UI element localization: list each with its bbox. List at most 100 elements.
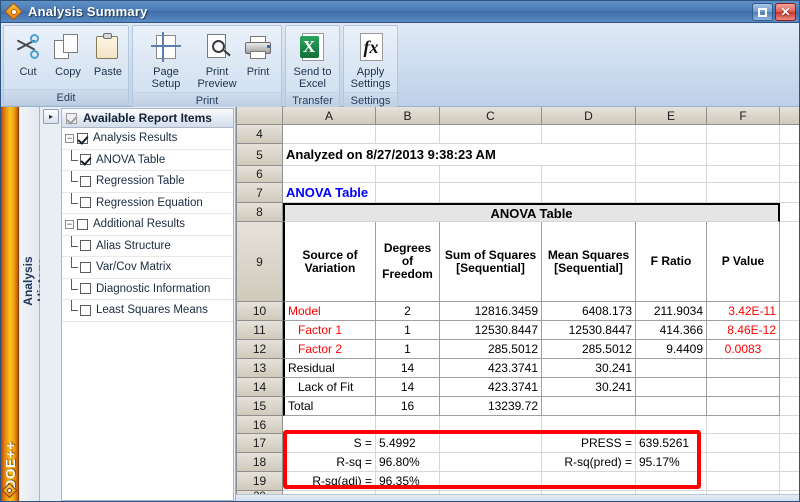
cell-e4[interactable]: [636, 125, 707, 144]
tree-item-checkbox[interactable]: [80, 261, 91, 273]
cell-c6[interactable]: [440, 166, 542, 183]
cell-b6[interactable]: [376, 166, 440, 183]
row-header[interactable]: 14: [236, 378, 283, 397]
apply-settings-button[interactable]: fx Apply Settings: [348, 29, 393, 92]
print-preview-button[interactable]: Print Preview: [195, 29, 239, 92]
expander-icon[interactable]: −: [65, 219, 74, 229]
column-header-a[interactable]: A: [283, 107, 376, 125]
cell-source-total[interactable]: Total: [283, 397, 376, 416]
tree-item-anova-table[interactable]: ANOVA Table: [62, 149, 233, 171]
row-header[interactable]: 12: [236, 340, 283, 359]
stat-label-rsq[interactable]: R-sq =: [283, 453, 376, 472]
cell-ss-factor-1[interactable]: 12530.8447: [440, 321, 542, 340]
cell-e6[interactable]: [636, 166, 707, 183]
restore-button[interactable]: [752, 3, 773, 21]
cell-g4[interactable]: [780, 125, 799, 144]
select-all-corner[interactable]: [236, 107, 283, 125]
cell-b7[interactable]: [376, 183, 440, 203]
cell-d6[interactable]: [542, 166, 636, 183]
cell-c16[interactable]: [440, 416, 542, 434]
cell-source-lack-of-fit[interactable]: Lack of Fit: [283, 378, 376, 397]
cut-button[interactable]: Cut: [8, 29, 48, 80]
row-header[interactable]: 6: [236, 166, 283, 183]
tree-item-analysis-results[interactable]: − Analysis Results: [62, 128, 233, 150]
paste-button[interactable]: Paste: [88, 29, 128, 80]
cell-g7[interactable]: [780, 183, 799, 203]
tree-item-alias-structure[interactable]: Alias Structure: [62, 235, 233, 257]
tree-item-checkbox[interactable]: [80, 283, 91, 295]
cell-p-lack-of-fit[interactable]: [707, 378, 780, 397]
column-header-e[interactable]: E: [636, 107, 707, 125]
row-header[interactable]: 11: [236, 321, 283, 340]
cell-g8[interactable]: [780, 203, 799, 222]
cell-df-residual[interactable]: 14: [376, 359, 440, 378]
tree-item-checkbox[interactable]: [77, 132, 88, 144]
cell-source-factor-2[interactable]: Factor 2: [283, 340, 376, 359]
cell-p-residual[interactable]: [707, 359, 780, 378]
cell-g10[interactable]: [780, 302, 799, 321]
stat-label-press[interactable]: PRESS =: [542, 434, 636, 453]
analyzed-on-text[interactable]: Analyzed on 8/27/2013 9:38:23 AM: [283, 144, 607, 166]
cell-df-model[interactable]: 2: [376, 302, 440, 321]
cell-c19[interactable]: [440, 472, 542, 491]
stat-label-rsq-pred[interactable]: R-sq(pred) =: [542, 453, 636, 472]
stat-value-rsq-adj[interactable]: 96.35%: [376, 472, 440, 491]
cell-g14[interactable]: [780, 378, 799, 397]
cell-df-factor-2[interactable]: 1: [376, 340, 440, 359]
collapse-panel-button[interactable]: ▸: [43, 109, 59, 124]
cell-e16[interactable]: [636, 416, 707, 434]
cell-source-factor-1[interactable]: Factor 1: [283, 321, 376, 340]
cell-f-factor-1[interactable]: 414.366: [636, 321, 707, 340]
cell-g9[interactable]: [780, 222, 799, 302]
cell-ms-factor-1[interactable]: 12530.8447: [542, 321, 636, 340]
cell-c7[interactable]: [440, 183, 542, 203]
tree-item-var-cov-matrix[interactable]: Var/Cov Matrix: [62, 257, 233, 279]
cell-f16[interactable]: [707, 416, 780, 434]
cell-c4[interactable]: [440, 125, 542, 144]
cell-ss-factor-2[interactable]: 285.5012: [440, 340, 542, 359]
cell-f4[interactable]: [707, 125, 780, 144]
cell-df-factor-1[interactable]: 1: [376, 321, 440, 340]
expander-icon[interactable]: −: [65, 133, 74, 143]
cell-g12[interactable]: [780, 340, 799, 359]
horizontal-scrollbar[interactable]: [236, 494, 799, 501]
row-header[interactable]: 17: [236, 434, 283, 453]
row-header[interactable]: 15: [236, 397, 283, 416]
stat-label-rsq-adj[interactable]: R-sq(adj) =: [283, 472, 376, 491]
cell-source-model[interactable]: Model: [283, 302, 376, 321]
cell-ms-lack-of-fit[interactable]: 30.241: [542, 378, 636, 397]
cell-p-factor-1[interactable]: 8.46E-12: [707, 321, 780, 340]
header-source-of-variation[interactable]: Source of Variation: [283, 222, 376, 302]
tree-item-checkbox[interactable]: [80, 240, 91, 252]
tree-item-checkbox[interactable]: [80, 154, 91, 166]
tree-item-additional-results[interactable]: − Additional Results: [62, 214, 233, 236]
cell-c17[interactable]: [440, 434, 542, 453]
close-button[interactable]: ✕: [775, 3, 796, 21]
row-header[interactable]: 7: [236, 183, 283, 203]
cell-f6[interactable]: [707, 166, 780, 183]
cell-g15[interactable]: [780, 397, 799, 416]
cell-d19[interactable]: [542, 472, 636, 491]
page-setup-button[interactable]: Page Setup: [137, 29, 195, 92]
cell-g18[interactable]: [780, 453, 799, 472]
cell-ss-lack-of-fit[interactable]: 423.3741: [440, 378, 542, 397]
header-sum-of-squares[interactable]: Sum of Squares [Sequential]: [440, 222, 542, 302]
cell-df-lack-of-fit[interactable]: 14: [376, 378, 440, 397]
cell-d7[interactable]: [542, 183, 636, 203]
row-header[interactable]: 4: [236, 125, 283, 144]
row-header[interactable]: 10: [236, 302, 283, 321]
cell-p-model[interactable]: 3.42E-11: [707, 302, 780, 321]
column-header-b[interactable]: B: [376, 107, 440, 125]
stat-label-s[interactable]: S =: [283, 434, 376, 453]
stat-value-s[interactable]: 5.4992: [376, 434, 440, 453]
analysis-history-tab[interactable]: Analysis History: [20, 107, 49, 501]
cell-p-total[interactable]: [707, 397, 780, 416]
cell-f-factor-2[interactable]: 9.4409: [636, 340, 707, 359]
cell-f-total[interactable]: [636, 397, 707, 416]
cell-e5[interactable]: [636, 144, 707, 166]
header-p-value[interactable]: P Value: [707, 222, 780, 302]
cell-f17[interactable]: [707, 434, 780, 453]
cell-ss-residual[interactable]: 423.3741: [440, 359, 542, 378]
cell-e7[interactable]: [636, 183, 707, 203]
tree-item-regression-equation[interactable]: Regression Equation: [62, 192, 233, 214]
